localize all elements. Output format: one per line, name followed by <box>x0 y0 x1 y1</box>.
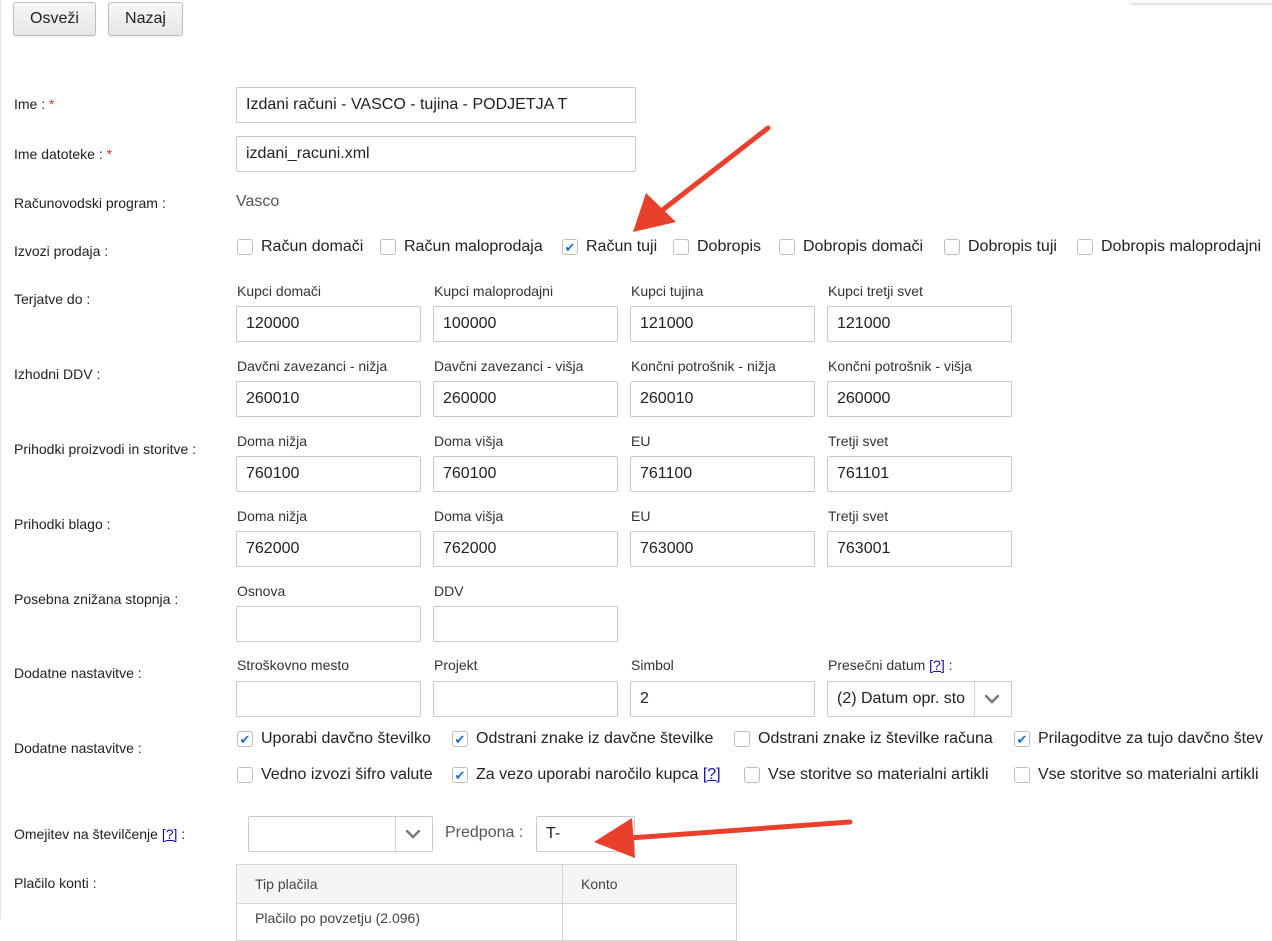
annotation-arrow-prefix <box>594 818 853 858</box>
annotation-arrow-checkbox <box>633 125 771 232</box>
annotation-arrows <box>594 125 853 858</box>
